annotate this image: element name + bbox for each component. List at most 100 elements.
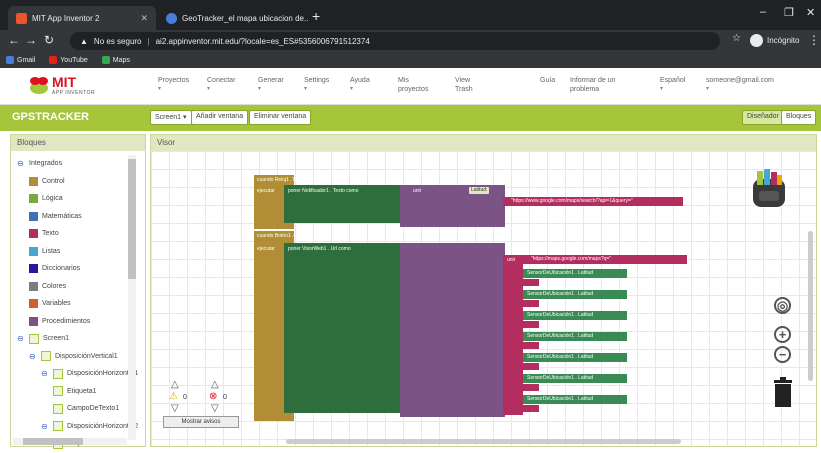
- warn-down-icon[interactable]: ▽: [171, 403, 179, 414]
- event-label-timer: cuando Reloj1 .Temporizador: [257, 177, 323, 183]
- collapse-icon[interactable]: ⊖: [41, 369, 49, 378]
- new-tab-button[interactable]: +: [312, 8, 320, 24]
- tab-geotracker[interactable]: GeoTracker_el mapa ubicacion de... ✕: [158, 6, 308, 30]
- security-label: No es seguro: [93, 36, 142, 46]
- text-separator-block[interactable]: [523, 363, 539, 370]
- link-guia[interactable]: Guía: [540, 76, 555, 85]
- add-screen-button[interactable]: Añadir ventana: [191, 110, 249, 125]
- close-window-button[interactable]: ✕: [806, 6, 815, 19]
- tree-item[interactable]: Control: [17, 173, 145, 191]
- tree-item[interactable]: Texto: [17, 225, 145, 243]
- show-warnings-button[interactable]: Mostrar avisos: [163, 416, 239, 428]
- blocks-button[interactable]: Bloques: [781, 110, 817, 125]
- tree-item[interactable]: ⊖ DisposiciónVertical1: [17, 348, 145, 366]
- text-separator-block[interactable]: [523, 405, 539, 412]
- text-separator-block[interactable]: [523, 342, 539, 349]
- tree-item[interactable]: ⊖ Integrados: [17, 155, 145, 173]
- location-getter-label: SensorDeUbicación1 . Latitud: [527, 354, 594, 360]
- workspace-horizontal-scrollbar[interactable]: [286, 439, 681, 444]
- text-separator-block[interactable]: [523, 321, 539, 328]
- recenter-icon[interactable]: ◎: [774, 297, 791, 314]
- profile-button[interactable]: Incógnito: [750, 34, 799, 47]
- component-icon: [53, 386, 63, 397]
- do-label-1: ejecutar: [257, 188, 275, 194]
- text-slot-latitude[interactable]: Latitud:: [469, 187, 490, 194]
- workspace-vertical-scrollbar[interactable]: [808, 231, 813, 381]
- omnibox[interactable]: ▲ No es seguro | ai2.appinventor.mit.edu…: [70, 32, 720, 50]
- bookmark-star-icon[interactable]: ☆: [732, 33, 741, 44]
- collapse-icon[interactable]: ⊖: [29, 352, 37, 361]
- error-down-icon[interactable]: ▽: [211, 403, 219, 414]
- bookmark-gmail[interactable]: Gmail: [6, 56, 35, 64]
- tree-item[interactable]: Matemáticas: [17, 208, 145, 226]
- designer-button[interactable]: Diseñador: [742, 110, 784, 125]
- text-separator-block[interactable]: [523, 384, 539, 391]
- tree-item-label: Etiqueta1: [67, 387, 97, 395]
- forward-icon[interactable]: →: [25, 33, 37, 47]
- bookmark-youtube[interactable]: YouTube: [49, 56, 88, 64]
- menu-ayuda[interactable]: Ayuda ▾: [350, 76, 370, 94]
- text-separator-block[interactable]: [523, 279, 539, 286]
- menu-generar[interactable]: Generar ▾: [258, 76, 284, 94]
- language-select[interactable]: Español ▾: [660, 76, 685, 94]
- blocks-workspace[interactable]: cuando Reloj1 .Temporizador ejecutar pon…: [151, 151, 816, 446]
- join-block-2[interactable]: [400, 243, 505, 417]
- menu-settings[interactable]: Settings ▾: [304, 76, 329, 94]
- error-up-icon[interactable]: △: [211, 379, 219, 390]
- tree-vertical-scrollbar[interactable]: [128, 155, 136, 440]
- remove-screen-button[interactable]: Eliminar ventana: [249, 110, 312, 125]
- category-color-icon: [29, 316, 38, 326]
- zoom-out-icon[interactable]: −: [774, 346, 791, 363]
- tree-item[interactable]: ⊖ DisposiciónHorizontal2: [17, 418, 145, 436]
- text-separator-block[interactable]: [523, 300, 539, 307]
- tree-item-label: Screen1: [43, 335, 70, 343]
- collapse-icon[interactable]: ⊖: [17, 159, 25, 168]
- tree-item[interactable]: Colores: [17, 278, 145, 296]
- tree-item[interactable]: Etiqueta1: [17, 383, 145, 401]
- backpack-icon[interactable]: [747, 167, 791, 211]
- tree-item[interactable]: ⊖ DisposiciónHorizontal1: [17, 365, 145, 383]
- link-view-trash[interactable]: View Trash: [455, 76, 483, 94]
- collapse-icon[interactable]: ⊖: [41, 422, 49, 431]
- location-getter-label: SensorDeUbicación1 . Latitud: [527, 396, 594, 402]
- menu-proyectos[interactable]: Proyectos ▾: [158, 76, 189, 94]
- tree-item[interactable]: Procedimientos: [17, 313, 145, 331]
- tree-item[interactable]: Diccionarios: [17, 260, 145, 278]
- blocks-tree: ⊖ Integrados Control Lógica Matemáticas Texto…: [11, 151, 145, 453]
- reload-icon[interactable]: ↻: [44, 33, 54, 47]
- warn-up-icon[interactable]: △: [171, 379, 179, 390]
- link-report-problem[interactable]: Informar de un problema: [570, 76, 630, 94]
- location-getter-label: SensorDeUbicación1 . Latitud: [527, 375, 594, 381]
- maximize-button[interactable]: ❐: [784, 6, 794, 19]
- trash-icon[interactable]: [772, 377, 794, 407]
- tree-item[interactable]: Listas: [17, 243, 145, 261]
- bookmark-maps[interactable]: Maps: [101, 56, 130, 64]
- back-icon[interactable]: ←: [8, 33, 20, 47]
- close-tab-icon[interactable]: ✕: [140, 13, 148, 24]
- minimize-button[interactable]: –: [760, 6, 766, 18]
- account-menu[interactable]: someone@gmail.com ▾: [706, 76, 774, 94]
- join-block-3[interactable]: [503, 255, 523, 415]
- menu-conectar[interactable]: Conectar ▾: [207, 76, 235, 94]
- tree-item-label: Procedimientos: [42, 317, 91, 325]
- tree-item[interactable]: Lógica: [17, 190, 145, 208]
- link-mis-proyectos[interactable]: Mis proyectos: [398, 76, 434, 94]
- project-bar: GPSTRACKER Screen1 ▾ Añadir ventana Elim…: [0, 105, 821, 131]
- blocks-panel: Bloques ⊖ Integrados Control Lógica Matemáti…: [10, 134, 146, 449]
- tree-item-label: Colores: [42, 282, 67, 290]
- collapse-icon[interactable]: ⊖: [17, 334, 25, 343]
- tree-item[interactable]: Variables: [17, 295, 145, 313]
- category-color-icon: [29, 211, 38, 221]
- tree-horizontal-scrollbar[interactable]: [13, 438, 127, 445]
- tree-item[interactable]: CampoDeTexto1: [17, 400, 145, 418]
- screen-select[interactable]: Screen1 ▾: [150, 110, 192, 125]
- component-icon: [29, 333, 39, 344]
- menu-icon[interactable]: ⋮: [808, 33, 820, 47]
- tab-app-inventor[interactable]: MIT App Inventor 2 ✕: [8, 6, 156, 30]
- zoom-in-icon[interactable]: +: [774, 326, 791, 343]
- tree-item-label: Control: [42, 177, 65, 185]
- mit-logo[interactable]: MIT APP INVENTOR: [28, 74, 108, 100]
- tree-item-label: Texto: [42, 230, 59, 238]
- tree-item[interactable]: ⊖ Screen1: [17, 330, 145, 348]
- set-block-webviewer[interactable]: [284, 243, 402, 413]
